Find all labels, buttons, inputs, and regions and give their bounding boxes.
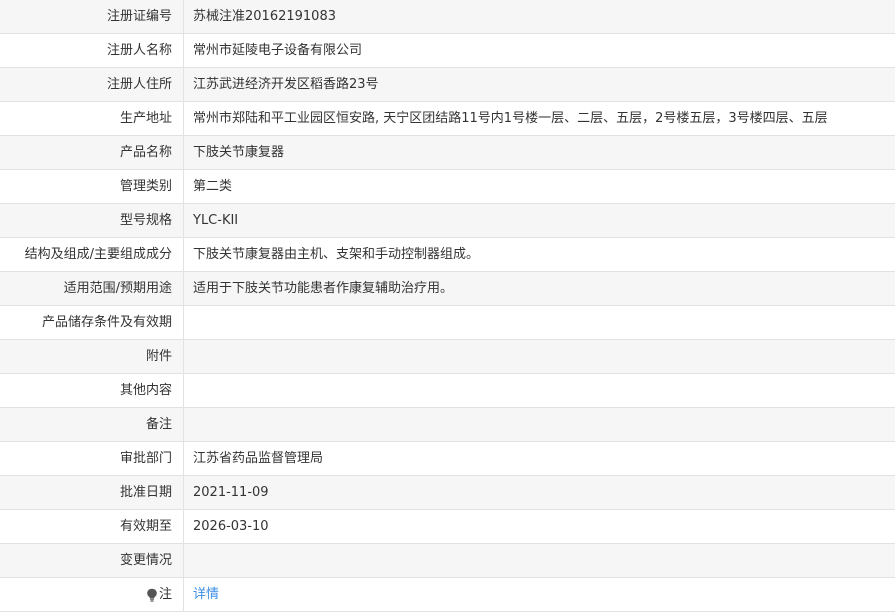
row-production-address: 生产地址 常州市郑陆和平工业园区恒安路, 天宁区团结路11号内1号楼一层、二层、…	[0, 102, 895, 136]
label-attachments: 附件	[0, 340, 184, 373]
label-product-name: 产品名称	[0, 136, 184, 169]
value-storage-validity	[184, 306, 895, 339]
row-storage-validity: 产品储存条件及有效期	[0, 306, 895, 340]
label-approval-department: 审批部门	[0, 442, 184, 475]
row-registrant-address: 注册人住所 江苏武进经济开发区稻香路23号	[0, 68, 895, 102]
label-model-spec: 型号规格	[0, 204, 184, 237]
row-model-spec: 型号规格 YLC-KII	[0, 204, 895, 238]
value-management-category: 第二类	[193, 179, 233, 194]
label-approval-date: 批准日期	[0, 476, 184, 509]
row-change-status: 变更情况	[0, 544, 895, 578]
label-registrant-name: 注册人名称	[0, 34, 184, 67]
label-other-content: 其他内容	[0, 374, 184, 407]
value-intended-use: 适用于下肢关节功能患者作康复辅助治疗用。	[193, 281, 454, 296]
row-note: 注 详情	[0, 578, 895, 612]
row-valid-until: 有效期至 2026-03-10	[0, 510, 895, 544]
lightbulb-icon	[147, 588, 157, 602]
note-label-text: 注	[158, 587, 172, 602]
row-approval-department: 审批部门 江苏省药品监督管理局	[0, 442, 895, 476]
value-structure-composition: 下肢关节康复器由主机、支架和手动控制器组成。	[193, 247, 480, 262]
value-change-status	[184, 544, 895, 577]
label-registrant-address: 注册人住所	[0, 68, 184, 101]
value-approval-date: 2021-11-09	[193, 485, 269, 500]
value-production-address: 常州市郑陆和平工业园区恒安路, 天宁区团结路11号内1号楼一层、二层、五层，2号…	[193, 111, 828, 126]
label-note: 注	[0, 578, 184, 611]
row-intended-use: 适用范围/预期用途 适用于下肢关节功能患者作康复辅助治疗用。	[0, 272, 895, 306]
label-structure-composition: 结构及组成/主要组成成分	[0, 238, 184, 271]
value-registrant-name: 常州市延陵电子设备有限公司	[193, 43, 363, 58]
label-remarks: 备注	[0, 408, 184, 441]
row-product-name: 产品名称 下肢关节康复器	[0, 136, 895, 170]
value-registrant-address: 江苏武进经济开发区稻香路23号	[193, 77, 379, 92]
value-approval-department: 江苏省药品监督管理局	[193, 451, 324, 466]
details-link[interactable]: 详情	[184, 578, 895, 611]
row-structure-composition: 结构及组成/主要组成成分 下肢关节康复器由主机、支架和手动控制器组成。	[0, 238, 895, 272]
value-attachments	[184, 340, 895, 373]
value-other-content	[184, 374, 895, 407]
row-attachments: 附件	[0, 340, 895, 374]
value-registration-number: 苏械注准20162191083	[193, 9, 336, 24]
value-model-spec: YLC-KII	[193, 213, 239, 228]
registration-detail-table: 注册证编号 苏械注准20162191083 注册人名称 常州市延陵电子设备有限公…	[0, 0, 895, 612]
label-registration-number: 注册证编号	[0, 0, 184, 33]
label-management-category: 管理类别	[0, 170, 184, 203]
label-production-address: 生产地址	[0, 102, 184, 135]
row-remarks: 备注	[0, 408, 895, 442]
row-registrant-name: 注册人名称 常州市延陵电子设备有限公司	[0, 34, 895, 68]
row-management-category: 管理类别 第二类	[0, 170, 895, 204]
row-approval-date: 批准日期 2021-11-09	[0, 476, 895, 510]
value-valid-until: 2026-03-10	[193, 519, 269, 534]
label-intended-use: 适用范围/预期用途	[0, 272, 184, 305]
row-registration-number: 注册证编号 苏械注准20162191083	[0, 0, 895, 34]
label-change-status: 变更情况	[0, 544, 184, 577]
row-other-content: 其他内容	[0, 374, 895, 408]
label-valid-until: 有效期至	[0, 510, 184, 543]
label-storage-validity: 产品储存条件及有效期	[0, 306, 184, 339]
value-product-name: 下肢关节康复器	[193, 145, 285, 160]
value-remarks	[184, 408, 895, 441]
